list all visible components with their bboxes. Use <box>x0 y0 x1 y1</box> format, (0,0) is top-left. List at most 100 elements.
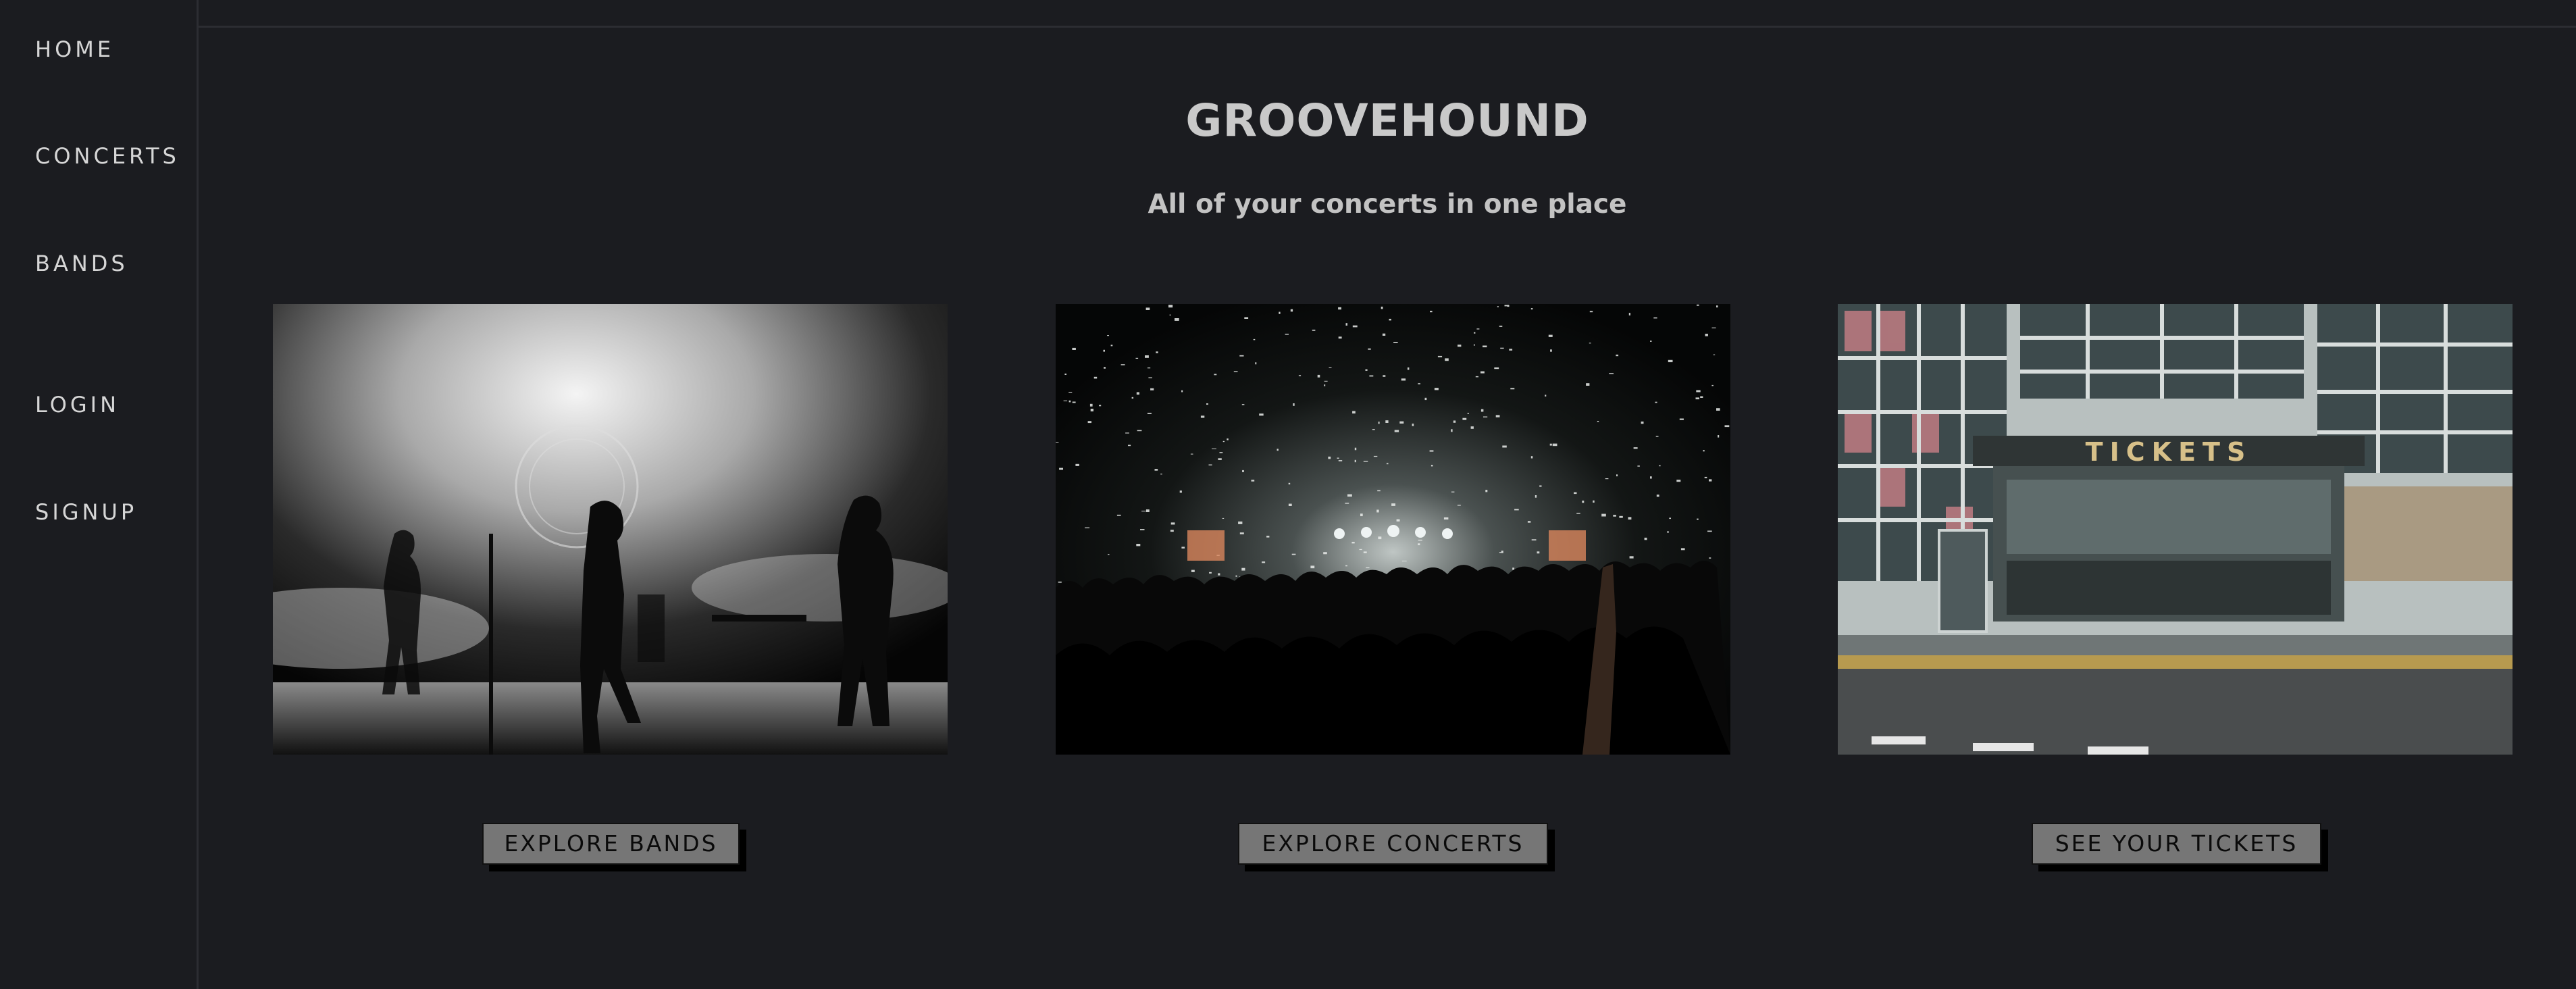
confetti-piece <box>1458 345 1462 347</box>
confetti-piece <box>1241 567 1245 571</box>
confetti-piece <box>1291 553 1296 555</box>
confetti-piece <box>1372 429 1375 430</box>
confetti-piece <box>1530 308 1533 310</box>
band-on-stage-image[interactable] <box>273 304 948 755</box>
confetti-piece <box>1072 401 1076 403</box>
confetti-piece <box>1140 529 1145 530</box>
confetti-piece <box>1480 409 1484 412</box>
confetti-piece <box>1418 383 1420 384</box>
confetti-piece <box>1601 513 1606 517</box>
confetti-piece <box>1191 569 1195 572</box>
confetti-piece <box>1514 509 1519 511</box>
confetti-piece <box>1462 417 1467 420</box>
confetti-piece <box>1593 500 1595 503</box>
explore-bands-button[interactable]: EXPLORE BANDS <box>482 823 740 865</box>
confetti-piece <box>1064 374 1066 375</box>
confetti-piece <box>1116 514 1121 516</box>
nav-bands[interactable]: BANDS <box>35 251 128 276</box>
confetti-piece <box>1605 478 1609 480</box>
confetti-piece <box>1089 403 1093 407</box>
confetti-piece <box>1288 503 1292 506</box>
confetti-piece <box>1145 355 1149 358</box>
confetti-piece <box>1242 470 1244 472</box>
confetti-piece <box>1549 443 1552 446</box>
confetti-piece <box>1499 326 1503 327</box>
confetti-piece <box>1145 307 1150 310</box>
sidebar: HOME CONCERTS BANDS LOGIN SIGNUP <box>0 0 199 989</box>
nav-signup[interactable]: SIGNUP <box>35 499 137 525</box>
confetti-piece <box>1396 519 1400 522</box>
confetti-piece <box>1453 420 1456 423</box>
confetti-piece <box>1628 313 1630 315</box>
confetti-piece <box>1219 452 1223 453</box>
confetti-piece <box>1539 485 1542 487</box>
confetti-piece <box>1378 422 1380 424</box>
confetti-piece <box>1495 415 1500 417</box>
confetti-piece <box>1156 351 1158 353</box>
nav-concerts[interactable]: CONCERTS <box>35 143 180 169</box>
confetti-piece <box>1656 494 1659 497</box>
confetti-piece <box>1704 476 1707 478</box>
see-your-tickets-button[interactable]: SEE YOUR TICKETS <box>2032 823 2321 865</box>
confetti-piece <box>1329 367 1332 368</box>
confetti-piece <box>1668 359 1673 363</box>
confetti-piece <box>1222 440 1225 442</box>
confetti-piece <box>1431 465 1433 467</box>
confetti-piece <box>1218 573 1220 576</box>
confetti-piece <box>1589 311 1593 313</box>
confetti-piece <box>1068 400 1071 403</box>
nav-home[interactable]: HOME <box>35 36 114 62</box>
confetti-piece <box>1262 561 1266 563</box>
confetti-piece <box>1377 490 1381 492</box>
confetti-piece <box>1424 397 1427 401</box>
confetti-piece <box>1239 532 1244 534</box>
confetti-piece <box>1376 509 1379 513</box>
confetti-piece <box>1430 311 1433 313</box>
confetti-piece <box>1345 323 1347 326</box>
confetti-piece <box>1181 390 1183 392</box>
concert-crowd-image[interactable] <box>1056 304 1730 755</box>
confetti-piece <box>1707 530 1712 532</box>
confetti-piece <box>1352 325 1358 328</box>
confetti-piece <box>1696 390 1701 392</box>
tickets-sign: TICKETS <box>2086 437 2252 467</box>
confetti-piece <box>1633 447 1638 449</box>
confetti-piece <box>1716 408 1720 411</box>
confetti-piece <box>1175 318 1179 321</box>
confetti-piece <box>1391 503 1395 506</box>
confetti-piece <box>1108 554 1110 555</box>
confetti-piece <box>1628 517 1632 520</box>
explore-concerts-button[interactable]: EXPLORE CONCERTS <box>1238 823 1548 865</box>
confetti-piece <box>1222 517 1225 519</box>
confetti-piece <box>1290 309 1293 312</box>
confetti-piece <box>1293 403 1295 406</box>
confetti-piece <box>1676 480 1681 482</box>
confetti-piece <box>1709 557 1711 559</box>
confetti-piece <box>1510 388 1515 390</box>
nav-login[interactable]: LOGIN <box>35 392 120 417</box>
confetti-piece <box>1499 552 1501 553</box>
confetti-piece <box>1407 367 1410 370</box>
confetti-piece <box>1500 347 1504 349</box>
confetti-piece <box>1345 565 1347 567</box>
ticket-office-image[interactable]: TICKETS <box>1838 304 2513 755</box>
confetti-piece <box>1718 435 1720 438</box>
confetti-piece <box>1659 465 1661 467</box>
confetti-piece <box>1150 388 1154 390</box>
confetti-piece <box>1574 492 1577 494</box>
confetti-piece <box>1485 490 1488 492</box>
confetti-piece <box>1473 344 1475 346</box>
confetti-piece <box>1399 421 1404 424</box>
confetti-piece <box>1680 548 1685 551</box>
confetti-piece <box>1582 501 1585 503</box>
confetti-piece <box>1613 515 1616 517</box>
confetti-piece <box>1597 421 1599 422</box>
confetti-piece <box>1136 392 1139 395</box>
confetti-piece <box>1072 347 1076 350</box>
confetti-piece <box>1347 494 1352 497</box>
confetti-piece <box>1412 424 1414 426</box>
confetti-piece <box>1075 463 1079 466</box>
confetti-piece <box>1709 479 1712 482</box>
confetti-piece <box>1125 432 1129 434</box>
confetti-piece <box>1298 375 1302 376</box>
